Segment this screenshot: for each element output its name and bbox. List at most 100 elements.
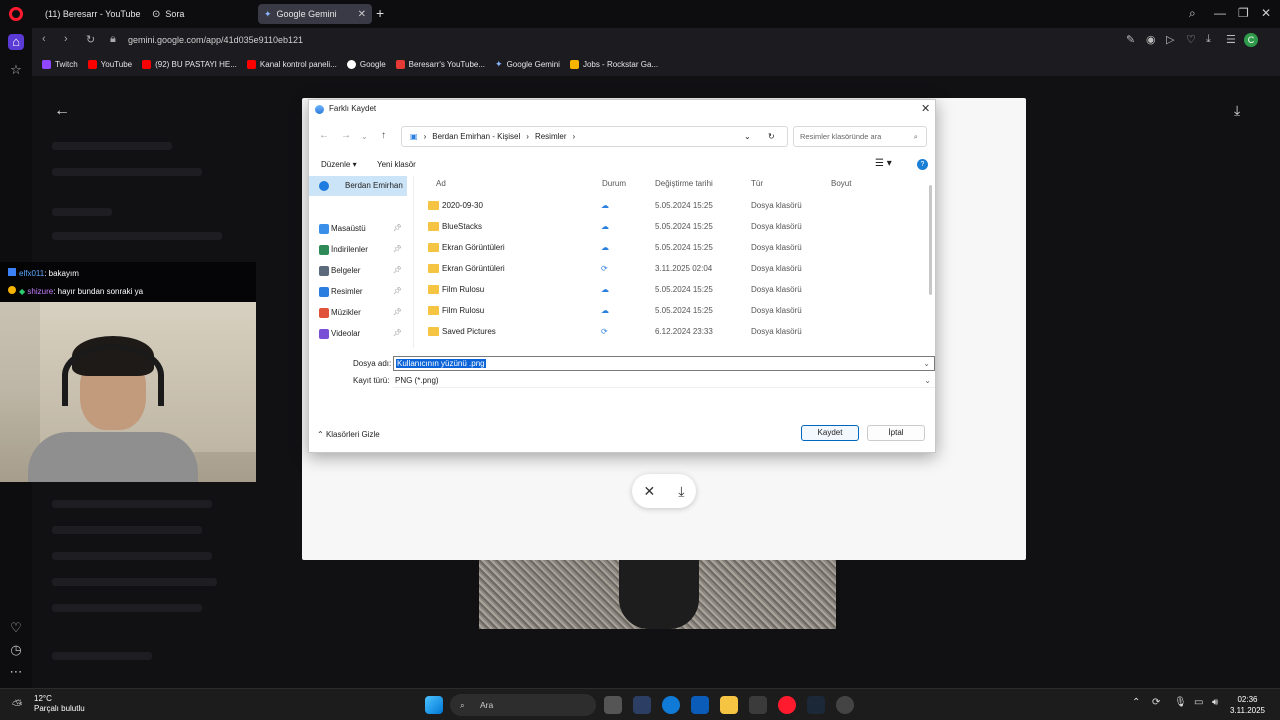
bookmark-channel-panel[interactable]: Kanal kontrol paneli... xyxy=(246,59,337,69)
bookmark-gemini[interactable]: ✦ Google Gemini xyxy=(495,59,560,70)
scrollbar[interactable] xyxy=(929,185,932,295)
search-tabs-icon[interactable]: ⌕ xyxy=(1189,6,1196,21)
opera-icon[interactable] xyxy=(778,696,796,714)
favorites-icon[interactable]: ♡ xyxy=(8,620,24,636)
copilot-icon[interactable] xyxy=(633,696,651,714)
nav-item-desktop[interactable]: Masaüstü 📌︎ xyxy=(309,219,407,239)
edit-icon[interactable]: ✎ xyxy=(1126,33,1135,46)
filename-input[interactable]: Kullanıcının yüzünü .png ⌄ xyxy=(393,356,935,371)
new-folder-button[interactable]: Yeni klasör xyxy=(377,160,416,169)
file-row[interactable]: BlueStacks ☁ 5.05.2024 15:25 Dosya klasörü xyxy=(414,216,929,237)
opera-logo-icon[interactable] xyxy=(9,7,23,21)
back-arrow-icon[interactable]: ← xyxy=(54,102,70,120)
maximize-icon[interactable]: ❐ xyxy=(1238,6,1249,20)
minimize-icon[interactable]: — xyxy=(1214,6,1226,20)
outlook-icon[interactable] xyxy=(691,696,709,714)
history-icon[interactable]: ◷ xyxy=(8,642,24,658)
tab-gemini[interactable]: ✦ Google Gemini ✕ xyxy=(258,4,372,24)
file-row[interactable]: 2020-09-30 ☁ 5.05.2024 15:25 Dosya klasörü xyxy=(414,195,929,216)
recent-locations-icon[interactable]: ⌄ xyxy=(361,132,368,141)
heart-icon[interactable]: ♡ xyxy=(1186,33,1196,46)
store-icon[interactable] xyxy=(749,696,767,714)
close-icon[interactable]: ✕ xyxy=(644,483,656,500)
tab-sora[interactable]: ⊙ Sora xyxy=(146,4,252,24)
nav-item-pictures[interactable]: Resimler 📌︎ xyxy=(309,282,407,302)
file-row[interactable]: Film Rulosu ☁ 5.05.2024 15:25 Dosya klasörü xyxy=(414,300,929,321)
network-icon[interactable]: ▭ xyxy=(1194,697,1203,708)
chevron-down-icon[interactable]: ⌄ xyxy=(744,127,751,146)
home-icon[interactable]: ⌂ xyxy=(8,34,24,50)
download-image-icon[interactable]: ⤓ xyxy=(1234,102,1240,119)
bookmark-beresarr[interactable]: Beresarr's YouTube... xyxy=(395,59,485,69)
help-icon[interactable]: ? xyxy=(917,159,928,170)
up-icon[interactable]: ↑ xyxy=(381,130,386,141)
column-header-type[interactable]: Tür xyxy=(751,179,763,188)
play-icon[interactable]: ▷ xyxy=(1166,33,1174,46)
refresh-icon[interactable]: ↻ xyxy=(768,127,775,146)
download-icon[interactable]: ⤓ xyxy=(678,483,684,500)
column-header-status[interactable]: Durum xyxy=(602,179,626,188)
save-button[interactable]: Kaydet xyxy=(801,425,859,441)
steam-icon[interactable] xyxy=(807,696,825,714)
download-icon[interactable]: ⤓ xyxy=(1206,33,1211,46)
nav-item-downloads[interactable]: İndirilenler 📌︎ xyxy=(309,240,407,260)
view-options-icon[interactable]: ☰ ▾ xyxy=(875,158,892,169)
microphone-icon[interactable]: 🎙︎ xyxy=(1174,697,1187,708)
close-window-icon[interactable]: ✕ xyxy=(1261,6,1271,20)
file-row[interactable]: Film Rulosu ☁ 5.05.2024 15:25 Dosya klasörü xyxy=(414,279,929,300)
tab-youtube[interactable]: (11) Beresarr - YouTube xyxy=(34,4,142,24)
bookmark-rockstar[interactable]: Jobs - Rockstar Ga... xyxy=(569,59,658,69)
speed-dial-icon[interactable]: ☆ xyxy=(8,62,24,78)
back-icon[interactable]: ‹ xyxy=(42,33,46,45)
close-tab-icon[interactable]: ✕ xyxy=(358,9,366,20)
more-icon[interactable]: ⋯ xyxy=(8,664,24,680)
weather-status: Parçalı bulutlu xyxy=(34,704,85,713)
weather-widget[interactable]: 12°C Parçalı bulutlu xyxy=(34,694,85,714)
task-view-icon[interactable] xyxy=(604,696,622,714)
new-tab-icon[interactable]: + xyxy=(376,6,384,20)
obs-icon[interactable] xyxy=(836,696,854,714)
chevron-up-icon[interactable]: ⌃ xyxy=(1132,697,1140,708)
bookmark-google[interactable]: Google xyxy=(346,59,386,69)
file-explorer-icon[interactable] xyxy=(720,696,738,714)
filetype-select[interactable]: PNG (*.png) ⌄ xyxy=(393,373,935,388)
bookmark-twitch[interactable]: Twitch xyxy=(42,59,78,69)
breadcrumb-item[interactable]: Berdan Emirhan - Kişisel xyxy=(432,127,520,146)
nav-item-berdan[interactable]: Berdan Emirhan xyxy=(309,176,407,196)
reload-icon[interactable]: ↻ xyxy=(86,33,95,46)
forward-icon[interactable]: → xyxy=(341,130,351,141)
bookmark-youtube[interactable]: YouTube xyxy=(87,59,132,69)
menu-icon[interactable]: ☰ xyxy=(1226,33,1236,46)
breadcrumb-item[interactable]: Resimler xyxy=(535,127,567,146)
taskbar-search[interactable]: ⌕ Ara xyxy=(450,694,596,716)
close-icon[interactable]: ✕ xyxy=(921,102,930,115)
url-field[interactable]: gemini.google.com/app/41d035e9110eb121 xyxy=(128,28,303,52)
chevron-down-icon[interactable]: ⌄ xyxy=(924,373,931,388)
forward-icon[interactable]: › xyxy=(64,33,68,45)
column-header-modified[interactable]: Değiştirme tarihi xyxy=(655,179,713,188)
start-icon[interactable] xyxy=(425,696,443,714)
back-icon[interactable]: ← xyxy=(319,130,329,141)
nav-item-videos[interactable]: Videolar 📌︎ xyxy=(309,324,407,344)
chevron-down-icon[interactable]: ⌄ xyxy=(923,357,930,370)
hide-folders-toggle[interactable]: ⌃ Klasörleri Gizle xyxy=(317,430,380,439)
generated-image[interactable] xyxy=(479,560,836,629)
nav-item-music[interactable]: Müzikler 📌︎ xyxy=(309,303,407,323)
column-header-name[interactable]: Ad xyxy=(436,179,446,188)
file-row[interactable]: Ekran Görüntüleri ⟳ 3.11.2025 02:04 Dosya k… xyxy=(414,258,929,279)
camera-icon[interactable]: ◉ xyxy=(1146,33,1156,46)
clock[interactable]: 02:36 3.11.2025 xyxy=(1230,694,1265,716)
edge-icon[interactable] xyxy=(662,696,680,714)
profile-avatar[interactable]: C xyxy=(1244,33,1258,47)
file-row[interactable]: Saved Pictures ⟳ 6.12.2024 23:33 Dosya klas… xyxy=(414,321,929,342)
file-row[interactable]: Ekran Görüntüleri ☁ 5.05.2024 15:25 Dosya k… xyxy=(414,237,929,258)
sync-icon[interactable]: ⟳ xyxy=(1152,697,1160,708)
breadcrumb[interactable]: ▣ › Berdan Emirhan - Kişisel › Resimler … xyxy=(401,126,788,147)
bookmark-pasta[interactable]: (92) BU PASTAYI HE... xyxy=(142,59,237,69)
organize-menu[interactable]: Düzenle ▾ xyxy=(321,160,357,169)
cancel-button[interactable]: İptal xyxy=(867,425,925,441)
volume-icon[interactable]: 🔊︎ xyxy=(1212,697,1218,708)
nav-item-documents[interactable]: Belgeler 📌︎ xyxy=(309,261,407,281)
search-input[interactable]: Resimler klasöründe ara ⌕ xyxy=(793,126,927,147)
column-header-size[interactable]: Boyut xyxy=(831,179,851,188)
